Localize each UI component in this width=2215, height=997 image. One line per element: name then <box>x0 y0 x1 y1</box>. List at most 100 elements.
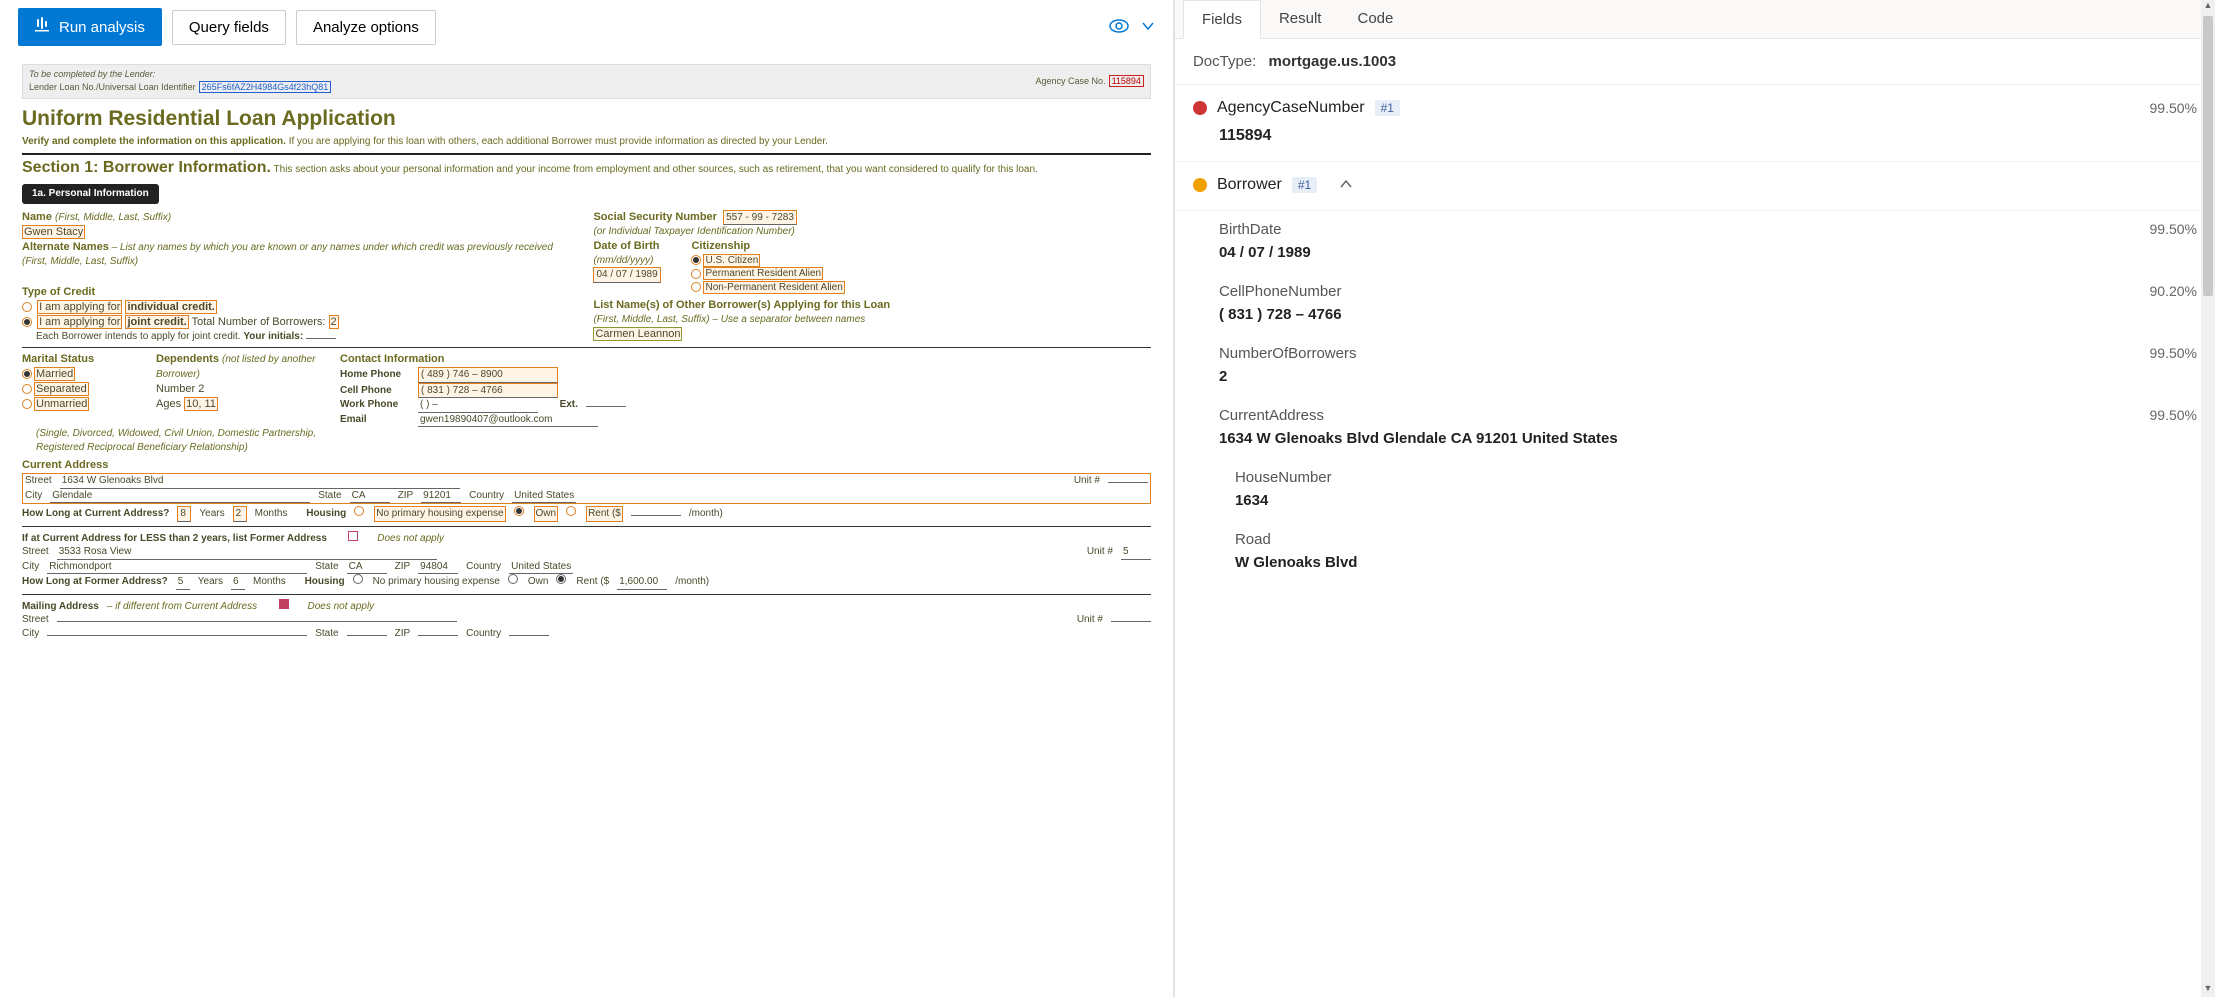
subfield-name: NumberOfBorrowers <box>1219 345 2197 362</box>
tab-1a: 1a. Personal Information <box>22 184 159 204</box>
field-agency-case-number[interactable]: AgencyCaseNumber #1 99.50% 115894 <box>1175 85 2215 162</box>
run-analysis-button[interactable]: Run analysis <box>18 8 162 46</box>
subfield-value: 04 / 07 / 1989 <box>1219 244 2197 261</box>
credit-individual: individual credit. <box>125 300 216 314</box>
housing-noexp: No primary housing expense <box>374 506 505 522</box>
field-confidence: 90.20% <box>2150 283 2197 299</box>
subfield-road[interactable]: Road W Glenoaks Blvd <box>1175 521 2215 583</box>
subfield-value: 1634 W Glenoaks Blvd Glendale CA 91201 U… <box>1219 430 2197 447</box>
marital-married: Married <box>34 367 75 381</box>
lender-bar: To be completed by the Lender: Lender Lo… <box>22 64 1151 99</box>
contact-label: Contact Information <box>340 352 1151 367</box>
mailing-label: Mailing Address <box>22 600 99 614</box>
citizenship-label: Citizenship <box>691 239 844 254</box>
altnames-label: Alternate Names <box>22 241 109 253</box>
other-borrower-value: Carmen Leannon <box>593 327 682 341</box>
lender-note: To be completed by the Lender: <box>29 68 331 80</box>
field-confidence: 99.50% <box>2150 100 2197 116</box>
field-confidence: 99.50% <box>2150 345 2197 361</box>
tab-fields[interactable]: Fields <box>1183 0 1261 39</box>
doc-intro: Verify and complete the information on t… <box>22 135 1151 149</box>
email: gwen19890407@outlook.com <box>418 413 598 428</box>
agency-label: Agency Case No. <box>1035 76 1105 86</box>
credit-type-label: Type of Credit <box>22 285 579 300</box>
credit-joint: joint credit. <box>125 315 188 329</box>
document-viewer[interactable]: To be completed by the Lender: Lender Lo… <box>0 54 1173 997</box>
former-unit: 5 <box>1121 545 1151 560</box>
field-confidence: 99.50% <box>2150 221 2197 237</box>
former-rent: 1,600.00 <box>617 575 667 590</box>
addr-years: 8 <box>177 506 191 522</box>
subfield-value: 1634 <box>1235 492 2197 509</box>
work-phone: ( ) – <box>418 398 538 413</box>
status-dot-icon <box>1193 101 1207 115</box>
tab-code[interactable]: Code <box>1339 0 1411 38</box>
scroll-thumb[interactable] <box>2203 16 2213 296</box>
name-value: Gwen Stacy <box>22 225 85 239</box>
doc-title: Uniform Residential Loan Application <box>22 105 1151 133</box>
other-borrowers-label: List Name(s) of Other Borrower(s) Applyi… <box>593 298 1150 313</box>
dependents-number: 2 <box>198 383 204 395</box>
citizen-nonperm: Non-Permanent Resident Alien <box>703 281 844 294</box>
loan-no-value: 265Fs6fAZ2H4984Gs4f23hQ81 <box>199 81 332 93</box>
dependents-label: Dependents <box>156 353 219 365</box>
total-borrowers: 2 <box>329 315 339 329</box>
housing-own: Own <box>534 506 559 522</box>
former-street: 3533 Rosa View <box>57 545 437 560</box>
subfield-name: CurrentAddress <box>1219 407 2197 424</box>
subfield-value: ( 831 ) 728 – 4766 <box>1219 306 2197 323</box>
field-name: AgencyCaseNumber <box>1217 99 1365 117</box>
subfield-name: CellPhoneNumber <box>1219 283 2197 300</box>
scrollbar[interactable]: ▲ ▼ <box>2201 0 2215 997</box>
agency-value: 115894 <box>1109 75 1144 87</box>
subfield-currentaddress[interactable]: 99.50% CurrentAddress 1634 W Glenoaks Bl… <box>1175 397 2215 459</box>
run-analysis-label: Run analysis <box>59 19 145 36</box>
scroll-up-icon[interactable]: ▲ <box>2201 0 2215 14</box>
subfield-numborrowers[interactable]: 99.50% NumberOfBorrowers 2 <box>1175 335 2215 397</box>
doctype-value: mortgage.us.1003 <box>1268 53 1396 70</box>
field-index-badge: #1 <box>1375 100 1400 116</box>
doctype: DocType: mortgage.us.1003 <box>1175 39 2215 85</box>
marital-separated: Separated <box>34 382 89 396</box>
field-confidence: 99.50% <box>2150 407 2197 423</box>
ssn-label: Social Security Number <box>593 211 717 223</box>
former-zip: 94804 <box>418 560 458 575</box>
housing-rent: Rent ($ <box>586 506 623 522</box>
analyze-options-label: Analyze options <box>313 19 419 36</box>
subfield-birthdate[interactable]: 99.50% BirthDate 04 / 07 / 1989 <box>1175 211 2215 273</box>
query-fields-label: Query fields <box>189 19 269 36</box>
subfield-housenumber[interactable]: HouseNumber 1634 <box>1175 459 2215 521</box>
addr-zip: 91201 <box>421 489 461 504</box>
former-months: 6 <box>231 575 245 590</box>
field-value: 115894 <box>1219 127 2197 145</box>
results-pane[interactable]: DocType: mortgage.us.1003 AgencyCaseNumb… <box>1175 39 2215 997</box>
chevron-up-icon[interactable] <box>1339 177 1353 194</box>
citizen-perm: Permanent Resident Alien <box>703 267 823 280</box>
addr-city: Glendale <box>50 489 310 504</box>
analysis-icon <box>35 17 51 37</box>
dependents-ages: 10, 11 <box>184 397 218 411</box>
addr-months: 2 <box>233 506 247 522</box>
former-years: 5 <box>176 575 190 590</box>
current-address-label: Current Address <box>22 458 1151 473</box>
eye-icon[interactable] <box>1109 18 1129 37</box>
tab-result[interactable]: Result <box>1261 0 1340 38</box>
status-dot-icon <box>1193 178 1207 192</box>
addr-state: CA <box>350 489 390 504</box>
subfield-name: Road <box>1235 531 2197 548</box>
subfield-value: 2 <box>1219 368 2197 385</box>
marital-unmarried: Unmarried <box>34 397 89 411</box>
loan-no-label: Lender Loan No./Universal Loan Identifie… <box>29 82 196 92</box>
field-name: Borrower <box>1217 176 1282 194</box>
result-tabs: Fields Result Code <box>1175 0 2215 39</box>
scroll-down-icon[interactable]: ▼ <box>2201 983 2215 997</box>
analyze-options-button[interactable]: Analyze options <box>296 10 436 45</box>
chevron-down-icon[interactable] <box>1141 19 1155 36</box>
former-country: United States <box>509 560 573 575</box>
subfield-cellphone[interactable]: 90.20% CellPhoneNumber ( 831 ) 728 – 476… <box>1175 273 2215 335</box>
dob-value: 04 / 07 / 1989 <box>593 267 660 283</box>
subfield-value: W Glenoaks Blvd <box>1235 554 2197 571</box>
field-borrower[interactable]: Borrower #1 <box>1175 162 2215 211</box>
query-fields-button[interactable]: Query fields <box>172 10 286 45</box>
current-address-box: Street1634 W Glenoaks BlvdUnit # CityGle… <box>22 473 1151 504</box>
